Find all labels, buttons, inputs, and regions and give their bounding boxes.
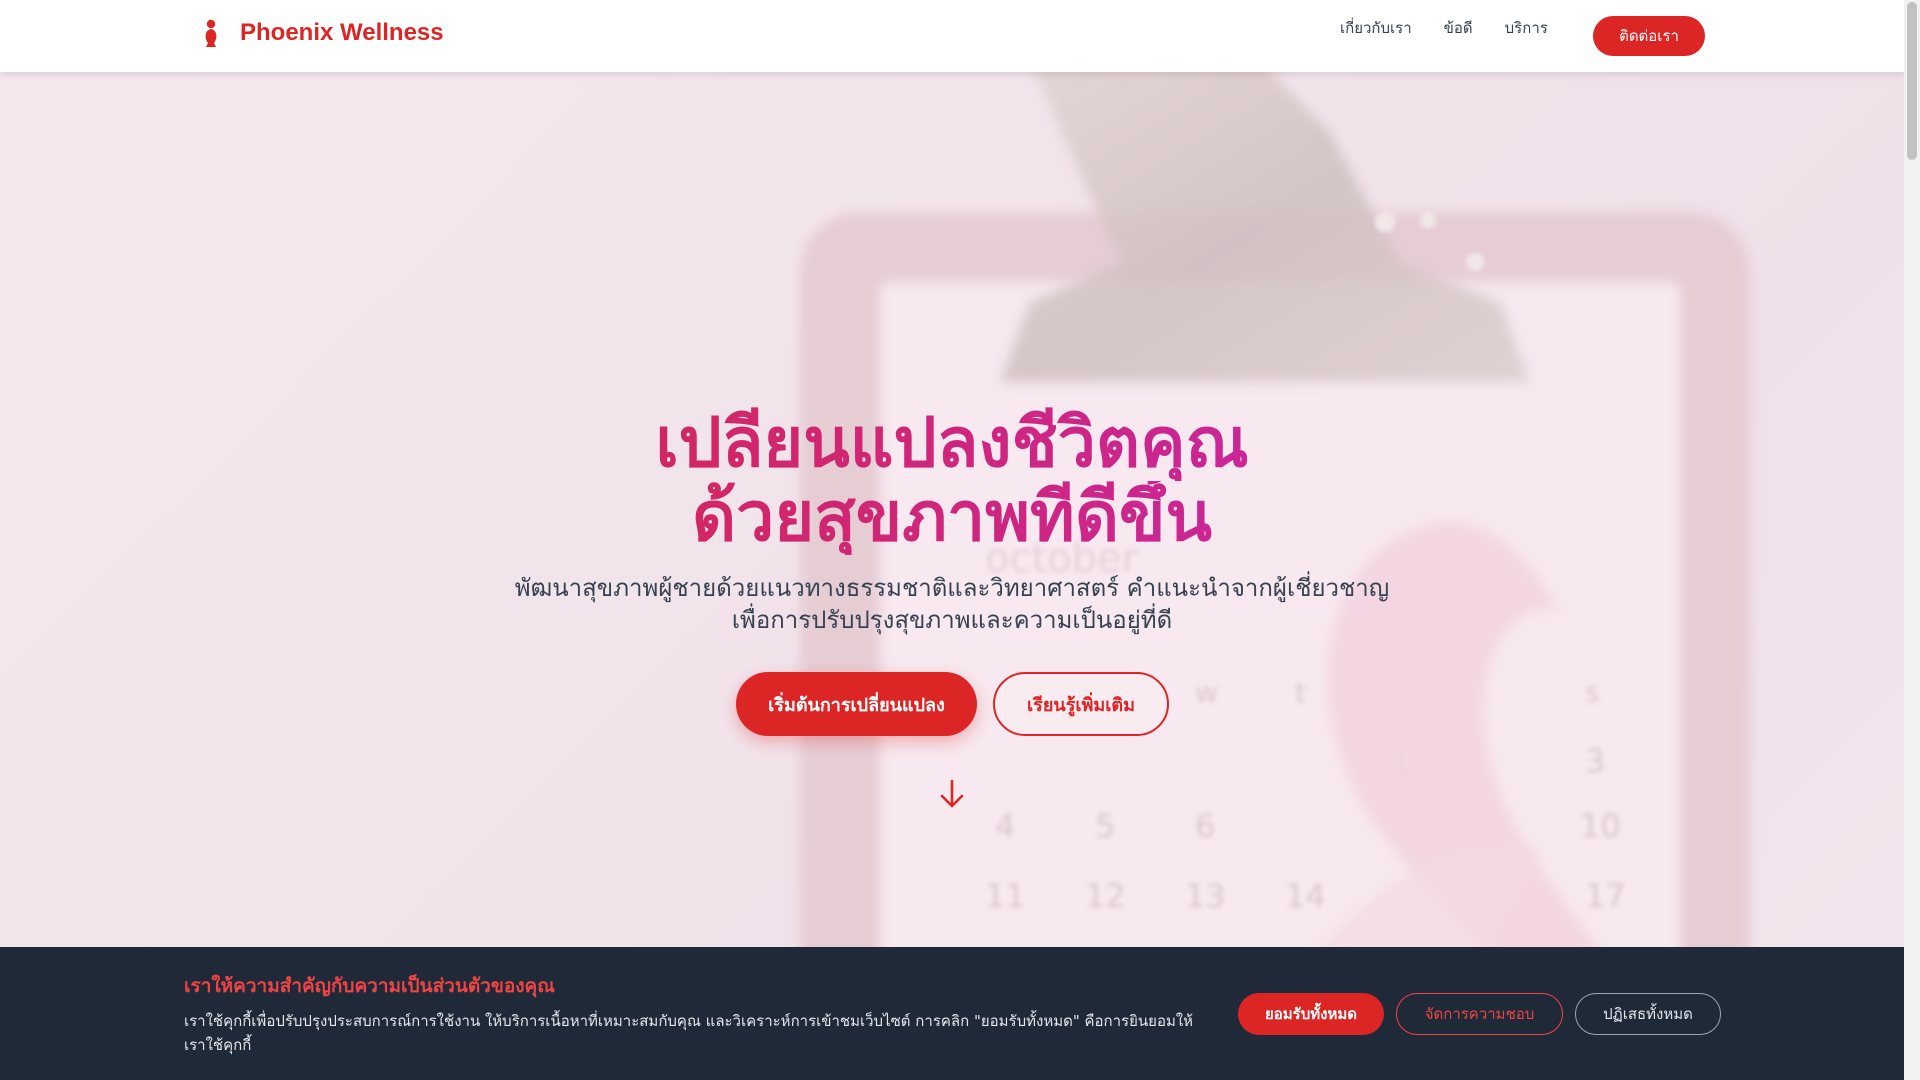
hero-title: เปลี่ยนแปลงชีวิตคุณ ด้วยสุขภาพที่ดีขึ้น xyxy=(0,407,1904,555)
cookie-banner: เราให้ความสำคัญกับความเป็นส่วนตัวของคุณ … xyxy=(0,947,1904,1080)
contact-button[interactable]: ติดต่อเรา xyxy=(1593,16,1705,56)
scrollbar-thumb[interactable] xyxy=(1907,2,1917,160)
cookie-description: เราใช้คุกกี้เพื่อปรับปรุงประสบการณ์การใช… xyxy=(184,1012,1194,1054)
hero-title-line-2: ด้วยสุขภาพที่ดีขึ้น xyxy=(0,481,1904,555)
start-transformation-button[interactable]: เริ่มต้นการเปลี่ยนแปลง xyxy=(736,672,977,736)
hero-section: october w t f s 1 3 4 5 6 10 11 12 13 14… xyxy=(0,72,1904,1080)
nav-item-benefits[interactable]: ข้อดี xyxy=(1444,16,1473,40)
main-nav: เกี่ยวกับเรา ข้อดี บริการ xyxy=(1340,16,1548,40)
cookie-title: เราให้ความสำคัญกับความเป็นส่วนตัวของคุณ xyxy=(184,975,555,997)
flame-figure-icon xyxy=(205,19,217,47)
learn-more-button[interactable]: เรียนรู้เพิ่มเติม xyxy=(993,672,1169,736)
hero-subtitle-line-2: เพื่อการปรับปรุงสุขภาพและความเป็นอยู่ที่… xyxy=(731,606,1173,634)
nav-item-services[interactable]: บริการ xyxy=(1505,16,1548,40)
hero-title-line-1: เปลี่ยนแปลงชีวิตคุณ xyxy=(0,407,1904,481)
hero-subtitle-line-1: พัฒนาสุขภาพผู้ชายด้วยแนวทางธรรมชาติและวิ… xyxy=(514,574,1390,602)
logo[interactable]: Phoenix Wellness xyxy=(200,18,444,48)
brand-name: Phoenix Wellness xyxy=(240,19,444,46)
accept-all-button[interactable]: ยอมรับทั้งหมด xyxy=(1238,993,1384,1035)
manage-preferences-button[interactable]: จัดการความชอบ xyxy=(1396,993,1563,1035)
arrow-down-icon[interactable] xyxy=(938,778,966,810)
site-header: Phoenix Wellness เกี่ยวกับเรา ข้อดี บริก… xyxy=(0,0,1904,72)
reject-all-button[interactable]: ปฏิเสธทั้งหมด xyxy=(1575,993,1721,1035)
page-scrollbar[interactable] xyxy=(1904,0,1920,1080)
nav-item-about[interactable]: เกี่ยวกับเรา xyxy=(1340,16,1412,40)
hero-subtitle: พัฒนาสุขภาพผู้ชายด้วยแนวทางธรรมชาติและวิ… xyxy=(0,572,1904,636)
